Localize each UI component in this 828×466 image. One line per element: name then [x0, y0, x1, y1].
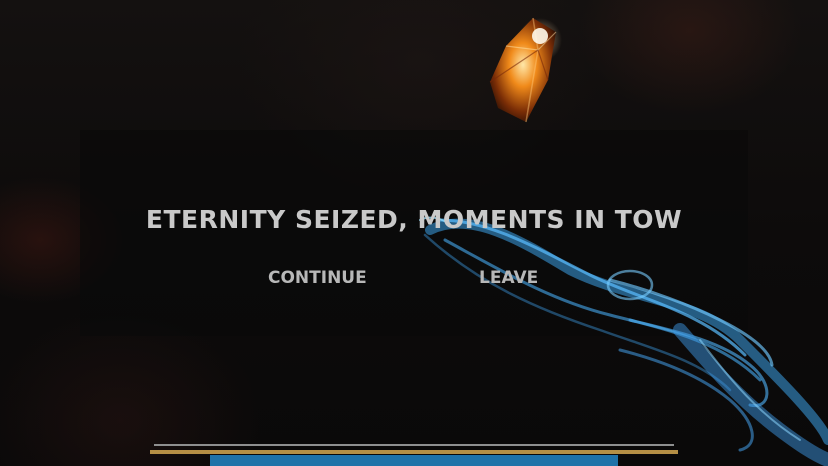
- leave-button[interactable]: LEAVE: [479, 268, 538, 288]
- progress-bar-fill: [210, 455, 618, 466]
- game-scene: ETERNITY SEIZED, MOMENTS IN TOW CONTINUE…: [0, 0, 828, 466]
- amber-crystal-icon: [489, 17, 562, 123]
- progress-bar-track: [154, 444, 674, 446]
- continue-button[interactable]: CONTINUE: [268, 268, 367, 288]
- progress-bar-trim: [150, 450, 678, 454]
- dialog-title: ETERNITY SEIZED, MOMENTS IN TOW: [145, 205, 683, 234]
